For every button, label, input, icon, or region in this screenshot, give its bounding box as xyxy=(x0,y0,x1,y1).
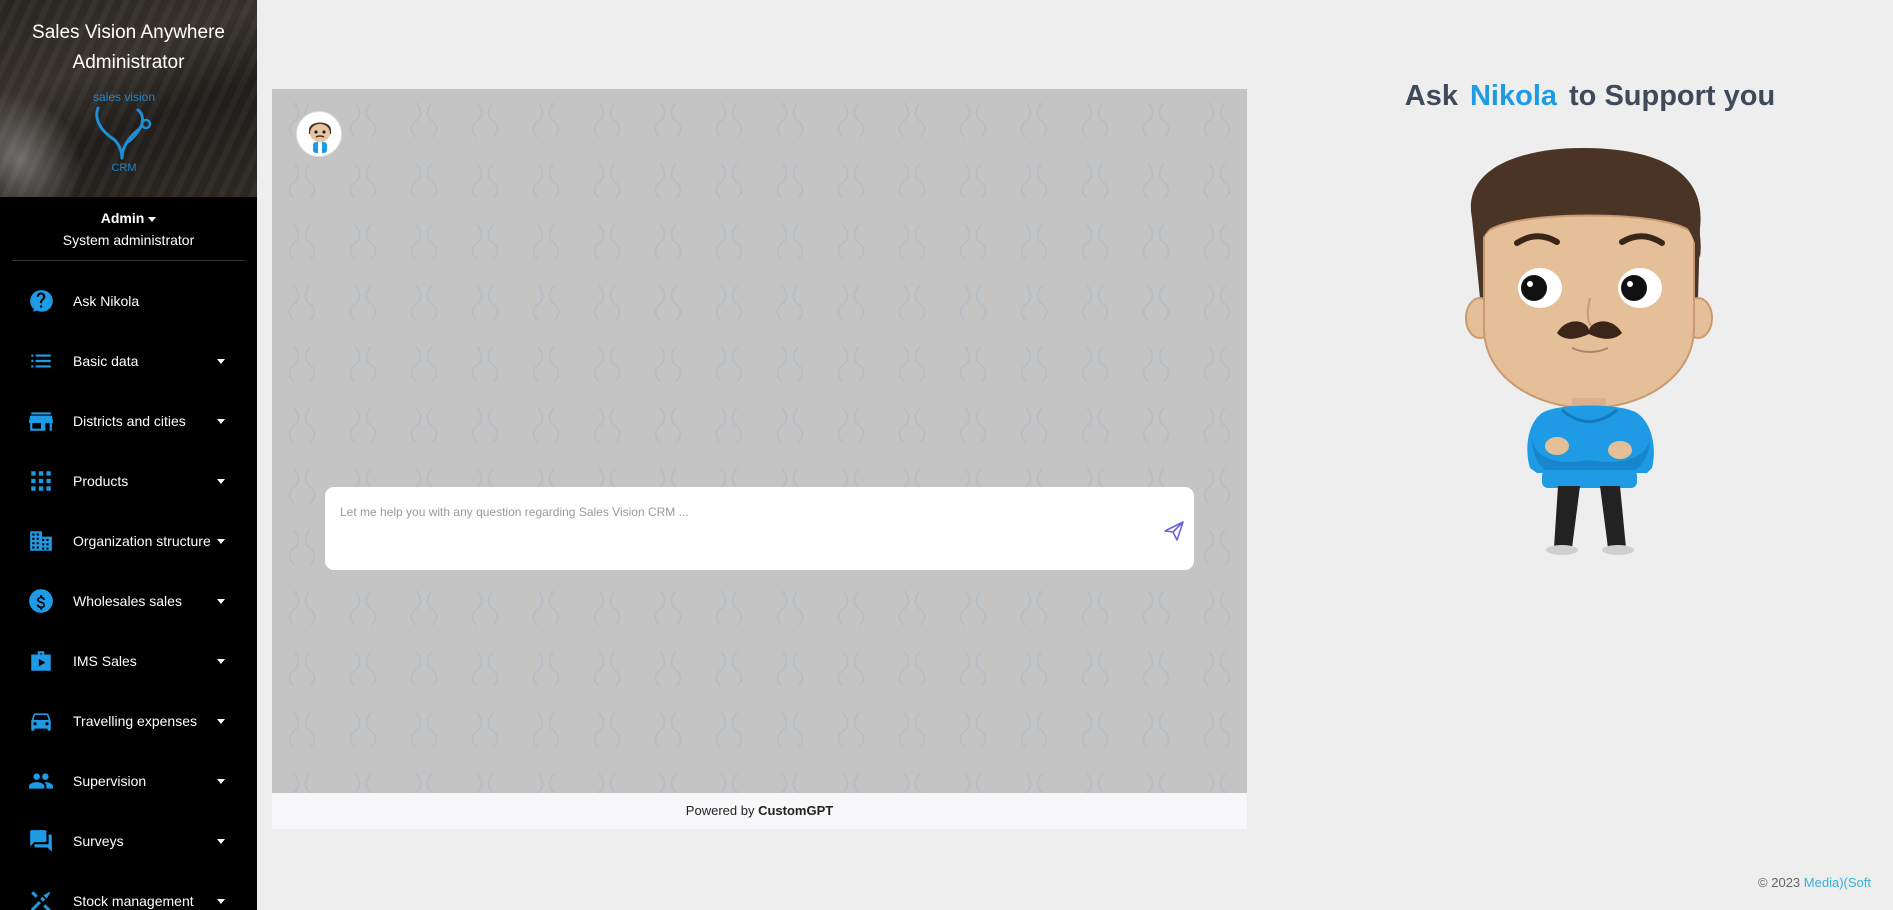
help-circle-icon xyxy=(27,287,55,315)
chevron-down-icon xyxy=(217,659,225,664)
building-icon xyxy=(27,527,55,555)
chevron-down-icon xyxy=(217,359,225,364)
stethoscope-logo-icon xyxy=(95,106,152,160)
logo-text-bottom: CRM xyxy=(111,162,137,174)
page-heading: Ask Nikola to Support you xyxy=(1404,80,1776,112)
chevron-down-icon xyxy=(217,539,225,544)
caret-down-icon xyxy=(148,216,157,222)
send-button[interactable] xyxy=(1160,517,1188,545)
chevron-down-icon xyxy=(217,419,225,424)
sidebar-item-districts-and-cities[interactable]: Districts and cities xyxy=(0,391,257,451)
chat-input-box xyxy=(325,487,1194,570)
powered-by: Powered by CustomGPT xyxy=(272,793,1247,829)
send-icon xyxy=(1164,521,1184,541)
sidebar-item-surveys[interactable]: Surveys xyxy=(0,811,257,871)
nikola-character-illustration xyxy=(1465,148,1713,555)
chevron-down-icon xyxy=(217,479,225,484)
logo-text-top: sales vision xyxy=(92,90,156,104)
chevron-down-icon xyxy=(217,779,225,784)
sidebar-nav: Ask Nikola Basic data Districts and citi… xyxy=(0,271,257,910)
footer-brand-link[interactable]: Media)(Soft xyxy=(1804,875,1871,890)
sidebar-item-ask-nikola[interactable]: Ask Nikola xyxy=(0,271,257,331)
chat-bubbles-icon xyxy=(27,827,55,855)
dollar-circle-icon xyxy=(27,587,55,615)
app-title: Sales Vision Anywhere Administrator xyxy=(32,22,225,73)
sidebar-header: Sales Vision Anywhere Administrator sale… xyxy=(0,0,257,197)
user-role: System administrator xyxy=(62,232,195,248)
app-logo[interactable]: sales vision CRM xyxy=(76,90,172,176)
list-icon xyxy=(27,347,55,375)
chat-background-pattern xyxy=(272,89,1247,793)
sidebar: Sales Vision Anywhere Administrator sale… xyxy=(0,0,257,910)
chat-widget: Powered by CustomGPT xyxy=(272,89,1247,829)
tools-icon xyxy=(27,887,55,910)
chevron-down-icon xyxy=(217,599,225,604)
user-menu-toggle[interactable]: Admin xyxy=(12,210,245,226)
apps-grid-icon xyxy=(27,467,55,495)
store-icon xyxy=(27,407,55,435)
powered-by-link[interactable]: CustomGPT xyxy=(758,803,833,818)
footer: © 2023 Media)(Soft xyxy=(1758,875,1871,890)
briefcase-icon xyxy=(27,647,55,675)
chevron-down-icon xyxy=(217,839,225,844)
chevron-down-icon xyxy=(217,899,225,904)
car-icon xyxy=(27,707,55,735)
sidebar-item-supervision[interactable]: Supervision xyxy=(0,751,257,811)
bot-avatar xyxy=(296,111,342,157)
user-block: Admin System administrator xyxy=(12,197,245,261)
sidebar-item-basic-data[interactable]: Basic data xyxy=(0,331,257,391)
chevron-down-icon xyxy=(217,719,225,724)
sidebar-item-ims-sales[interactable]: IMS Sales xyxy=(0,631,257,691)
chat-message-input[interactable] xyxy=(340,497,1140,527)
sidebar-item-organization-structure[interactable]: Organization structure xyxy=(0,511,257,571)
sidebar-item-products[interactable]: Products xyxy=(0,451,257,511)
sidebar-item-travelling-expenses[interactable]: Travelling expenses xyxy=(0,691,257,751)
sidebar-item-stock-management[interactable]: Stock management xyxy=(0,871,257,910)
people-icon xyxy=(27,767,55,795)
sidebar-item-wholesales-sales[interactable]: Wholesales sales xyxy=(0,571,257,631)
